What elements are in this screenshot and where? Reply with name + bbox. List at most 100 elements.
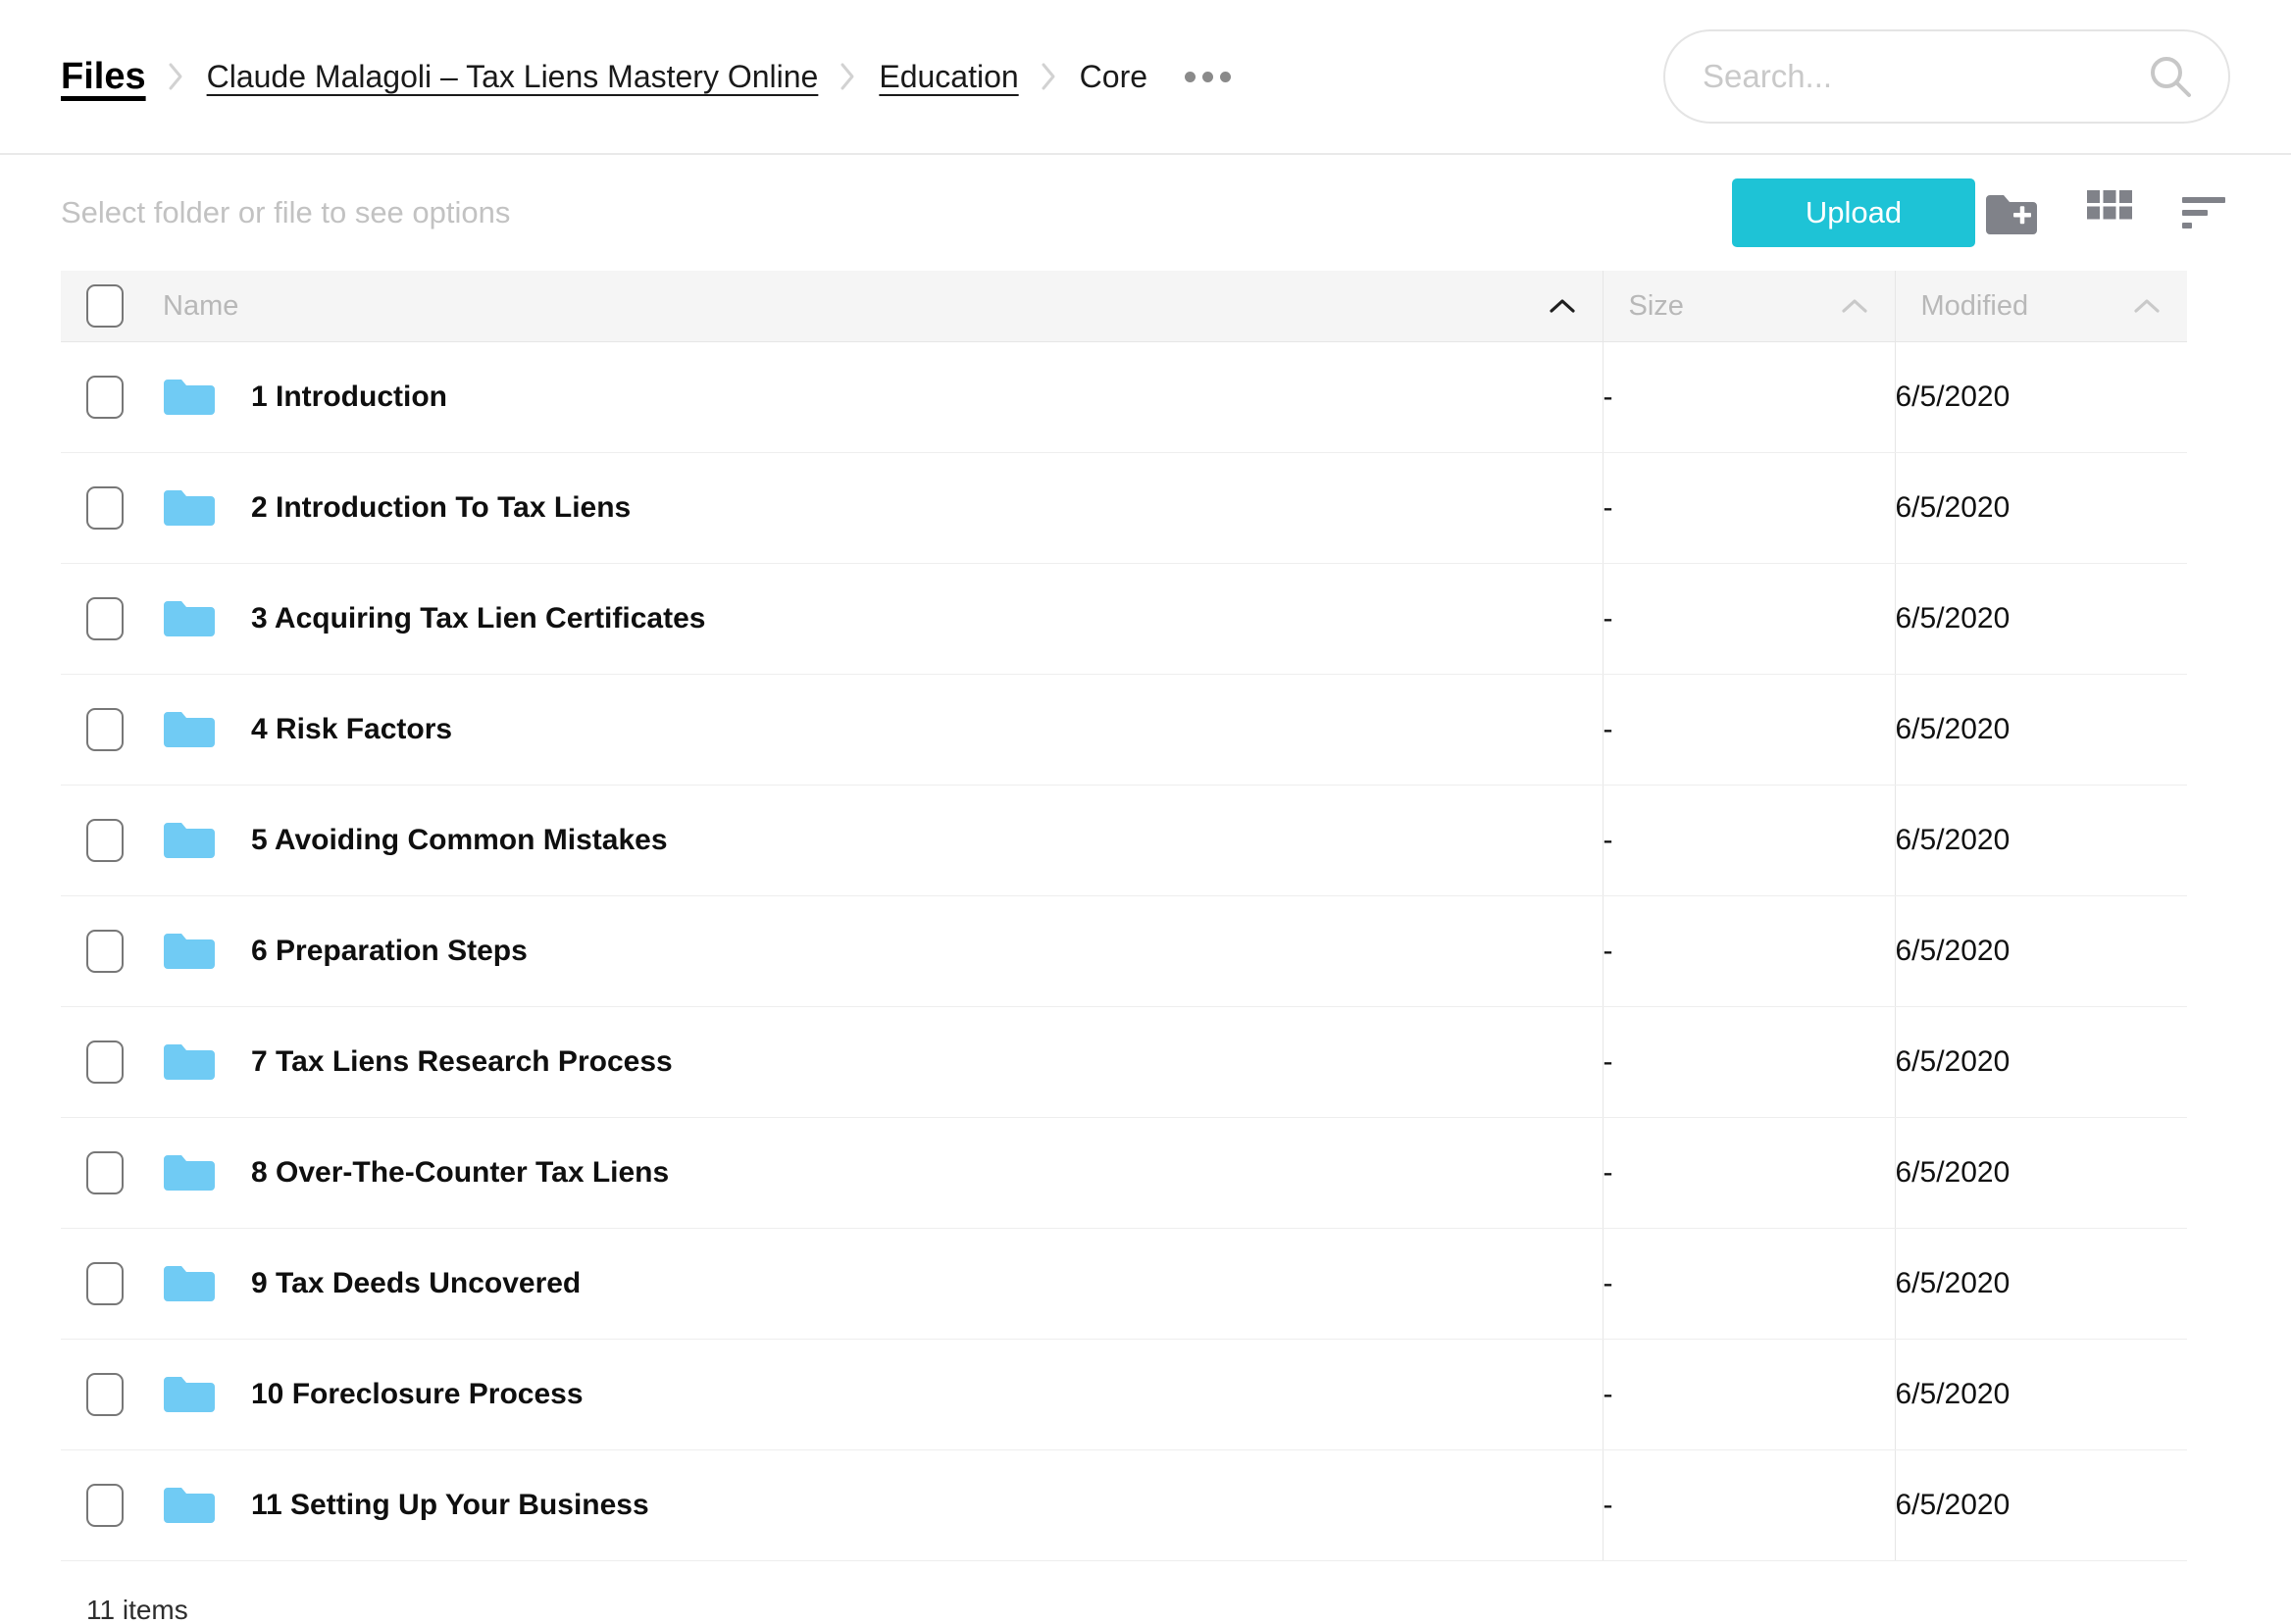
table-row[interactable]: 3 Acquiring Tax Lien Certificates -6/5/20…	[61, 563, 2187, 675]
folder-icon	[163, 597, 216, 640]
file-name-label: 4 Risk Factors	[251, 713, 453, 745]
row-checkbox[interactable]	[86, 930, 124, 973]
table-cell-name[interactable]: 9 Tax Deeds Uncovered	[61, 1228, 1603, 1340]
breadcrumb-item-files[interactable]: Files	[61, 56, 146, 98]
folder-icon	[163, 1151, 216, 1194]
table-cell-size: -	[1602, 1228, 1895, 1340]
table-cell-size: -	[1602, 563, 1895, 675]
folder-icon	[163, 1373, 216, 1416]
table-cell-modified: 6/5/2020	[1894, 452, 2187, 564]
table-cell-size: -	[1602, 452, 1895, 564]
search-box[interactable]	[1663, 29, 2230, 124]
table-row[interactable]: 2 Introduction To Tax Liens -6/5/2020	[61, 452, 2187, 564]
row-checkbox[interactable]	[86, 1262, 124, 1305]
table-row[interactable]: 11 Setting Up Your Business -6/5/2020	[61, 1449, 2187, 1561]
upload-button[interactable]: Upload	[1732, 178, 1975, 247]
row-checkbox[interactable]	[86, 819, 124, 862]
sort-chevron-up-icon[interactable]	[1548, 296, 1577, 316]
table-cell-size: -	[1602, 1449, 1895, 1561]
breadcrumb-separator-icon	[1041, 62, 1058, 91]
column-header-name[interactable]: Name	[61, 271, 1603, 342]
file-name-label: 2 Introduction To Tax Liens	[251, 491, 632, 524]
breadcrumb-item-core: Core	[1079, 58, 1148, 94]
file-table-header-row: Name Size Modified	[61, 271, 2187, 342]
table-cell-name[interactable]: 1 Introduction	[61, 341, 1603, 453]
grid-view-icon[interactable]	[2073, 177, 2146, 249]
page-header: Files Claude Malagoli – Tax Liens Master…	[0, 0, 2291, 155]
row-checkbox[interactable]	[86, 486, 124, 530]
file-name-label: 11 Setting Up Your Business	[251, 1489, 649, 1521]
table-row[interactable]: 9 Tax Deeds Uncovered -6/5/2020	[61, 1228, 2187, 1340]
file-name-label: 6 Preparation Steps	[251, 935, 528, 967]
table-cell-name[interactable]: 5 Avoiding Common Mistakes	[61, 785, 1603, 896]
row-checkbox[interactable]	[86, 1040, 124, 1084]
folder-icon	[163, 1040, 216, 1084]
search-icon[interactable]	[2146, 52, 2195, 101]
table-row[interactable]: 5 Avoiding Common Mistakes -6/5/2020	[61, 785, 2187, 896]
row-checkbox[interactable]	[86, 1373, 124, 1416]
table-row[interactable]: 4 Risk Factors -6/5/2020	[61, 674, 2187, 786]
table-cell-size: -	[1602, 785, 1895, 896]
files-app: Files Claude Malagoli – Tax Liens Master…	[0, 0, 2291, 1624]
table-cell-name[interactable]: 10 Foreclosure Process	[61, 1339, 1603, 1450]
file-name-label: 3 Acquiring Tax Lien Certificates	[251, 602, 706, 634]
row-checkbox[interactable]	[86, 1151, 124, 1194]
select-all-checkbox[interactable]	[86, 284, 124, 328]
table-cell-name[interactable]: 4 Risk Factors	[61, 674, 1603, 786]
table-cell-size: -	[1602, 341, 1895, 453]
table-cell-name[interactable]: 3 Acquiring Tax Lien Certificates	[61, 563, 1603, 675]
table-row[interactable]: 1 Introduction -6/5/2020	[61, 341, 2187, 453]
file-name-label: 8 Over-The-Counter Tax Liens	[251, 1156, 670, 1189]
folder-icon	[163, 819, 216, 862]
breadcrumb-item-course[interactable]: Claude Malagoli – Tax Liens Mastery Onli…	[207, 59, 819, 95]
folder-icon	[163, 376, 216, 419]
table-cell-modified: 6/5/2020	[1894, 1449, 2187, 1561]
breadcrumb-separator-icon	[840, 62, 857, 91]
table-cell-name[interactable]: 2 Introduction To Tax Liens	[61, 452, 1603, 564]
table-cell-name[interactable]: 6 Preparation Steps	[61, 895, 1603, 1007]
sort-icon[interactable]	[2171, 177, 2244, 249]
row-checkbox[interactable]	[86, 376, 124, 419]
file-table-container: Name Size Modified 1 Introduction - 6/5/…	[0, 271, 2291, 1561]
table-cell-size: -	[1602, 1339, 1895, 1450]
table-cell-size: -	[1602, 1006, 1895, 1118]
sort-chevron-up-icon[interactable]	[2132, 296, 2162, 316]
file-name-label: 10 Foreclosure Process	[251, 1378, 584, 1410]
breadcrumb-separator-icon	[168, 62, 185, 91]
table-cell-size: -	[1602, 1117, 1895, 1229]
table-cell-modified: 6/5/2020	[1894, 341, 2187, 453]
table-cell-modified: 6/5/2020	[1894, 1339, 2187, 1450]
column-header-modified[interactable]: Modified	[1894, 271, 2187, 342]
row-checkbox[interactable]	[86, 1484, 124, 1527]
table-cell-name[interactable]: 8 Over-The-Counter Tax Liens	[61, 1117, 1603, 1229]
toolbar: Select folder or file to see options Upl…	[0, 155, 2291, 271]
table-row[interactable]: 6 Preparation Steps -6/5/2020	[61, 895, 2187, 1007]
table-row[interactable]: 8 Over-The-Counter Tax Liens -6/5/2020	[61, 1117, 2187, 1229]
search-input[interactable]	[1703, 58, 2146, 95]
toolbar-hint: Select folder or file to see options	[61, 195, 511, 229]
item-count-footer: 11 items	[86, 1595, 188, 1624]
new-folder-icon[interactable]	[1975, 177, 2048, 249]
folder-icon	[163, 708, 216, 751]
column-header-name-label: Name	[163, 289, 239, 322]
row-checkbox[interactable]	[86, 597, 124, 640]
ellipsis-icon[interactable]	[1181, 64, 1235, 90]
column-header-size[interactable]: Size	[1602, 271, 1895, 342]
folder-icon	[163, 1484, 216, 1527]
file-name-label: 5 Avoiding Common Mistakes	[251, 824, 668, 856]
table-cell-name[interactable]: 7 Tax Liens Research Process	[61, 1006, 1603, 1118]
file-table-body: 1 Introduction -6/5/2020 2 Introduction To…	[61, 341, 2187, 1561]
table-row[interactable]: 10 Foreclosure Process -6/5/2020	[61, 1339, 2187, 1450]
table-cell-size: -	[1602, 895, 1895, 1007]
table-row[interactable]: 7 Tax Liens Research Process -6/5/2020	[61, 1006, 2187, 1118]
table-cell-name[interactable]: 11 Setting Up Your Business	[61, 1449, 1603, 1561]
folder-icon	[163, 1262, 216, 1305]
file-name-label: 7 Tax Liens Research Process	[251, 1045, 673, 1078]
file-name-label: 1 Introduction	[251, 381, 447, 413]
row-checkbox[interactable]	[86, 708, 124, 751]
sort-chevron-up-icon[interactable]	[1840, 296, 1869, 316]
folder-icon	[163, 486, 216, 530]
breadcrumb: Files Claude Malagoli – Tax Liens Master…	[61, 56, 1663, 98]
table-cell-modified: 6/5/2020	[1894, 895, 2187, 1007]
breadcrumb-item-education[interactable]: Education	[879, 59, 1018, 95]
